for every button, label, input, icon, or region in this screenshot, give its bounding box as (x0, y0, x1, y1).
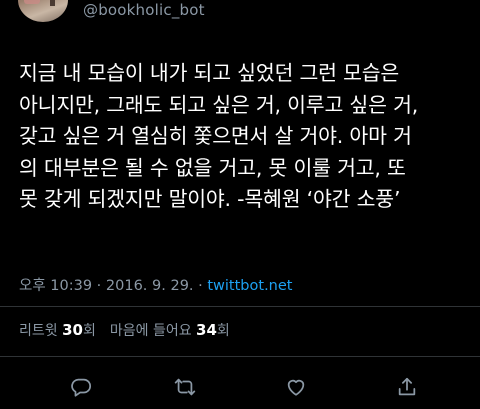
share-button[interactable] (392, 372, 422, 402)
tweet-time[interactable]: 오후 10:39 (19, 278, 92, 294)
tweet-stats: 리트윗 30회 마음에 들어요 34회 (19, 320, 230, 340)
share-icon (398, 377, 416, 396)
tweet-text-line: 지금 내 모습이 내가 되고 싶었던 그런 모습은 (19, 61, 400, 85)
retweet-button[interactable] (170, 372, 200, 402)
meta-separator: · (193, 278, 208, 294)
tweet-source-link[interactable]: twittbot.net (207, 278, 292, 294)
reply-icon (71, 378, 92, 397)
tweet-text-line: 갖고 싶은 거 열심히 쫓으면서 살 거야. 아마 거 (19, 124, 412, 148)
divider (0, 306, 480, 307)
avatar[interactable] (18, 0, 68, 22)
likes-count: 34 (196, 321, 217, 339)
likes-label: 마음에 들어요 (109, 323, 192, 339)
retweets-count: 30 (62, 321, 83, 339)
retweets-unit: 회 (82, 323, 96, 339)
tweet-header: @bookholic_bot (0, 0, 480, 30)
reply-button[interactable] (66, 372, 96, 402)
tweet-date[interactable]: 2016. 9. 29. (106, 278, 194, 294)
tweet-text-line: 아니지만, 그래도 되고 싶은 거, 이루고 싶은 거, (19, 92, 419, 117)
user-handle[interactable]: @bookholic_bot (83, 1, 205, 19)
tweet-text-line: 의 대부분은 될 수 없을 거고, 못 이룰 거고, 또 (19, 155, 406, 180)
retweets-stat[interactable]: 리트윗 30회 (19, 321, 96, 339)
tweet-metadata: 오후 10:39 · 2016. 9. 29. · twittbot.net (19, 274, 292, 295)
divider (0, 356, 480, 357)
likes-unit: 회 (216, 323, 230, 339)
like-icon (287, 379, 305, 396)
tweet-text: 지금 내 모습이 내가 되고 싶었던 그런 모습은 아니지만, 그래도 되고 싶… (19, 58, 467, 216)
retweets-label: 리트윗 (19, 323, 58, 339)
likes-stat[interactable]: 마음에 들어요 34회 (109, 321, 230, 339)
like-button[interactable] (281, 372, 311, 402)
tweet-text-line: 못 갖게 되겠지만 말이야. -목혜원 ‘야간 소풍’ (19, 187, 401, 211)
tweet-actions (0, 372, 480, 402)
retweet-icon (174, 378, 196, 396)
meta-separator: · (92, 278, 106, 294)
